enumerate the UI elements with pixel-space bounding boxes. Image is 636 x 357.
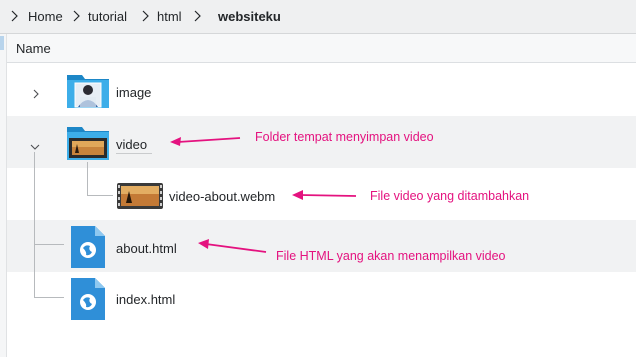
item-label-image: image [116, 85, 152, 100]
places-panel-edge [0, 34, 7, 357]
video-folder-icon [66, 123, 110, 161]
breadcrumb-item-websiteku[interactable]: websiteku [218, 9, 281, 24]
html-file-icon [71, 278, 105, 320]
tree-line [34, 152, 35, 298]
html-file-icon [71, 226, 105, 268]
item-label-about-html: about.html [116, 241, 177, 256]
places-panel-accent [0, 36, 4, 50]
chevron-right-icon [193, 8, 203, 24]
annotation-video-file: File video yang ditambahkan [370, 189, 530, 203]
annotation-arrow [198, 239, 267, 253]
chevron-right-icon [72, 8, 82, 24]
home-icon[interactable] [8, 8, 22, 24]
item-label-index-html: index.html [116, 292, 176, 307]
chevron-right-icon [141, 8, 151, 24]
rename-underline [116, 153, 152, 154]
breadcrumb: Home tutorial html websiteku [0, 0, 636, 34]
breadcrumb-item-html[interactable]: html [157, 9, 182, 24]
video-file-icon [117, 183, 163, 209]
tree-line [34, 297, 64, 298]
annotation-html-file: File HTML yang akan menampilkan video [276, 249, 506, 263]
chevron-right-icon[interactable] [31, 86, 41, 99]
breadcrumb-item-tutorial[interactable]: tutorial [88, 9, 127, 24]
tree-line [87, 162, 88, 196]
item-label-video-about: video-about.webm [169, 189, 276, 204]
image-folder-icon [66, 71, 110, 109]
tree-line [87, 195, 113, 196]
column-header-label: Name [16, 41, 51, 56]
item-label-video: video [116, 137, 148, 152]
annotation-folder-video: Folder tempat menyimpan video [255, 130, 434, 144]
chevron-down-icon[interactable] [30, 139, 40, 150]
column-header-name[interactable]: Name [7, 34, 636, 63]
annotation-arrow [292, 190, 357, 200]
annotation-arrow [170, 137, 241, 146]
breadcrumb-item-home[interactable]: Home [28, 9, 63, 24]
tree-line [34, 244, 64, 245]
